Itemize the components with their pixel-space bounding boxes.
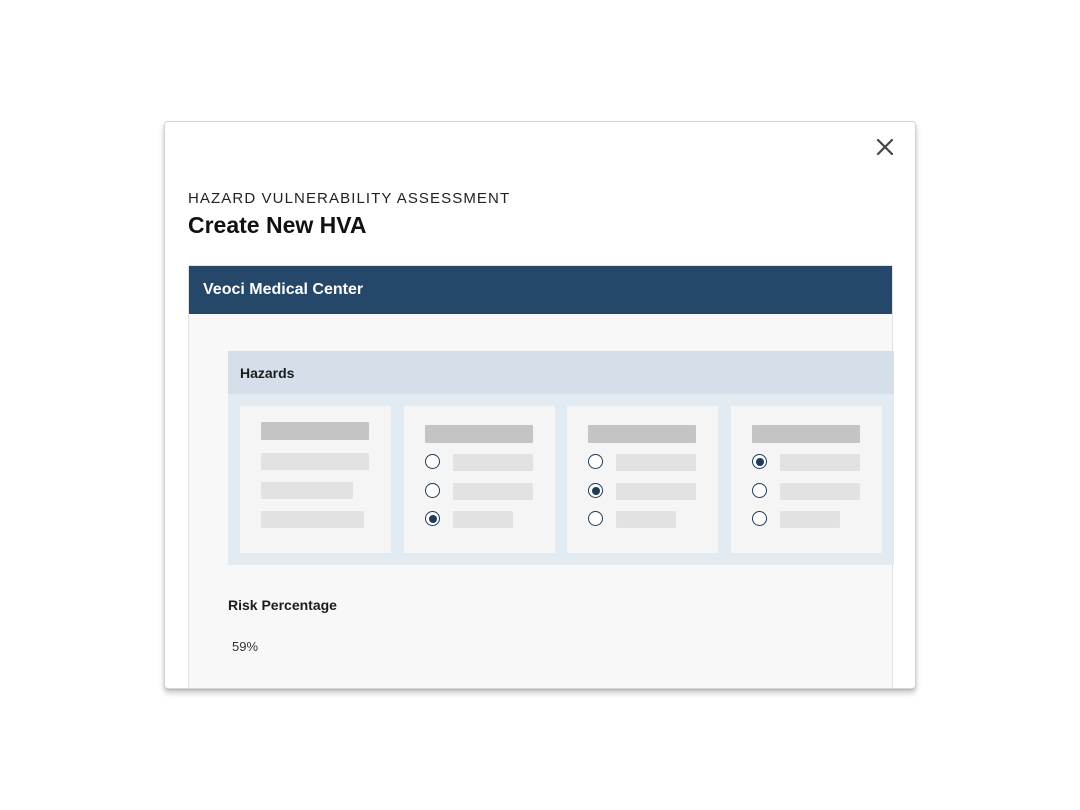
close-button[interactable] [873, 134, 897, 160]
radio-option[interactable] [588, 454, 603, 469]
radio-option[interactable] [588, 483, 603, 498]
radio-option[interactable] [752, 483, 767, 498]
hazard-option-card [404, 406, 555, 553]
modal-eyebrow: HAZARD VULNERABILITY ASSESSMENT [188, 190, 511, 207]
hazard-option-card [731, 406, 882, 553]
placeholder-bar [616, 483, 696, 500]
placeholder-bar [588, 425, 696, 443]
risk-percentage-label: Risk Percentage [228, 597, 337, 613]
placeholder-bar [616, 511, 676, 528]
organization-header: Veoci Medical Center [189, 266, 892, 314]
placeholder-bar [616, 454, 696, 471]
placeholder-bar [752, 425, 860, 443]
modal-title: Create New HVA [188, 212, 367, 238]
radio-option[interactable] [425, 483, 440, 498]
radio-option[interactable] [425, 454, 440, 469]
placeholder-bar [261, 453, 369, 470]
placeholder-bar [261, 511, 364, 528]
create-hva-modal: HAZARD VULNERABILITY ASSESSMENT Create N… [164, 121, 916, 689]
close-icon [876, 138, 894, 156]
placeholder-bar [453, 483, 533, 500]
placeholder-bar [261, 482, 353, 499]
radio-option[interactable] [588, 511, 603, 526]
placeholder-bar [261, 422, 369, 440]
hazard-option-card [567, 406, 718, 553]
placeholder-bar [453, 454, 533, 471]
radio-option[interactable] [752, 454, 767, 469]
organization-panel: Veoci Medical Center Hazards Risk Percen… [188, 265, 894, 688]
radio-option[interactable] [752, 511, 767, 526]
radio-option[interactable] [425, 511, 440, 526]
hazard-labels-card [240, 406, 391, 553]
placeholder-bar [780, 511, 840, 528]
placeholder-bar [453, 511, 513, 528]
hazards-section: Hazards [228, 351, 894, 565]
placeholder-bar [780, 454, 860, 471]
hazards-header: Hazards [228, 351, 894, 394]
risk-percentage-value: 59% [232, 639, 259, 654]
placeholder-bar [780, 483, 860, 500]
placeholder-bar [425, 425, 533, 443]
